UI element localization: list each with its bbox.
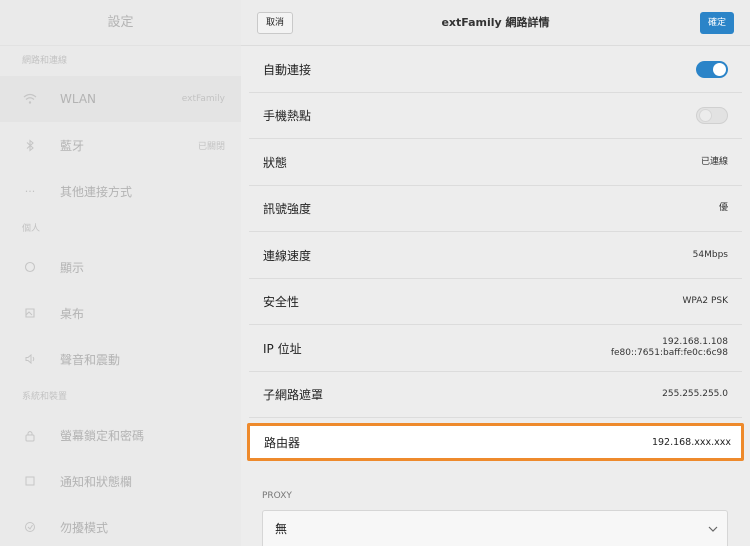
- sidebar-item-other-connections[interactable]: ··· 其他連接方式: [0, 168, 241, 214]
- sidebar-item-label: 顯示: [60, 260, 85, 275]
- status-label: 狀態: [263, 155, 288, 170]
- router-label: 路由器: [264, 435, 301, 450]
- signal-value: 優: [718, 203, 728, 213]
- auto-connect-label: 自動連接: [263, 63, 312, 77]
- sidebar-item-label: WLAN: [60, 92, 97, 106]
- toggle-knob: [699, 109, 712, 122]
- notification-icon: [22, 473, 38, 489]
- wallpaper-icon: [22, 305, 38, 321]
- ip-label: IP 位址: [263, 341, 302, 356]
- sidebar-item-wlan[interactable]: WLAN extFamily: [0, 76, 241, 122]
- sidebar-item-label: 通知和狀態欄: [60, 474, 133, 489]
- sidebar-item-label: 藍牙: [60, 138, 85, 153]
- page-title: extFamily 網路詳情: [441, 16, 550, 29]
- settings-sidebar: 設定 網路和連線 WLAN extFamily 藍牙 已關閉 ··· 其他連接方…: [0, 0, 241, 546]
- ip-value: 192.168.1.108 fe80::7651:baff:fe0c:6c98: [611, 337, 728, 359]
- sidebar-item-notifications[interactable]: 通知和狀態欄: [0, 458, 241, 504]
- nav-bar: 取消 extFamily 網路詳情 確定: [241, 0, 750, 46]
- sidebar-item-value: 已關閉: [197, 141, 225, 152]
- section-header-network: 網路和連線: [22, 56, 68, 66]
- auto-connect-toggle[interactable]: [696, 61, 728, 78]
- lock-icon: [22, 427, 38, 443]
- dnd-icon: [22, 519, 38, 535]
- section-header-system: 系統和裝置: [22, 392, 68, 402]
- ipv6-value: fe80::7651:baff:fe0c:6c98: [610, 348, 728, 358]
- subnet-label: 子網路遮罩: [263, 388, 324, 402]
- speed-label: 連線速度: [263, 248, 312, 263]
- sidebar-item-label: 聲音和震動: [60, 352, 121, 367]
- sidebar-item-wallpaper[interactable]: 桌布: [0, 290, 241, 336]
- bluetooth-icon: [22, 137, 38, 153]
- subnet-value: 255.255.255.0: [662, 389, 728, 399]
- sidebar-item-label: 桌布: [60, 306, 85, 321]
- sidebar-item-label: 勿擾模式: [60, 520, 109, 535]
- signal-label: 訊號強度: [263, 202, 312, 216]
- chevron-down-icon: [708, 526, 718, 532]
- sound-icon: [22, 351, 38, 367]
- display-icon: [22, 259, 38, 275]
- sidebar-item-display[interactable]: 顯示: [0, 244, 241, 290]
- proxy-selected-value: 無: [275, 522, 288, 536]
- auto-connect-row: 自動連接: [249, 47, 742, 93]
- proxy-select[interactable]: 無: [262, 510, 728, 546]
- sidebar-title: 設定: [0, 0, 241, 46]
- sidebar-item-dnd[interactable]: 勿擾模式: [0, 504, 241, 546]
- sidebar-item-value: extFamily: [181, 94, 225, 104]
- toggle-knob: [713, 63, 726, 76]
- hotspot-toggle[interactable]: [696, 107, 728, 124]
- section-header-personal: 個人: [22, 224, 41, 234]
- router-row: 路由器 192.168.xxx.xxx: [247, 423, 744, 461]
- security-label: 安全性: [263, 295, 300, 309]
- more-icon: ···: [24, 184, 36, 198]
- ip-row: IP 位址 192.168.1.108 fe80::7651:baff:fe0c…: [249, 325, 742, 372]
- hotspot-row: 手機熱點: [249, 93, 742, 139]
- sidebar-item-label: 螢幕鎖定和密碼: [60, 428, 145, 443]
- router-value: 192.168.xxx.xxx: [651, 436, 731, 448]
- status-row: 狀態 已連線: [249, 139, 742, 186]
- subnet-row: 子網路遮罩 255.255.255.0: [249, 372, 742, 418]
- security-row: 安全性 WPA2 PSK: [249, 279, 742, 325]
- sidebar-item-sound[interactable]: 聲音和震動: [0, 336, 241, 382]
- hotspot-label: 手機熱點: [263, 109, 312, 123]
- sidebar-item-bluetooth[interactable]: 藍牙 已關閉: [0, 122, 241, 168]
- status-value: 已連線: [700, 156, 728, 167]
- wifi-icon: [22, 91, 38, 107]
- sidebar-item-label: 其他連接方式: [60, 184, 133, 199]
- sidebar-item-lock[interactable]: 螢幕鎖定和密碼: [0, 412, 241, 458]
- confirm-button[interactable]: 確定: [699, 12, 734, 34]
- speed-value: 54Mbps: [692, 249, 728, 260]
- signal-row: 訊號強度 優: [249, 186, 742, 232]
- speed-row: 連線速度 54Mbps: [249, 232, 742, 279]
- ipv4-value: 192.168.1.108: [662, 337, 728, 347]
- proxy-label: PROXY: [262, 491, 292, 501]
- security-value: WPA2 PSK: [682, 296, 728, 306]
